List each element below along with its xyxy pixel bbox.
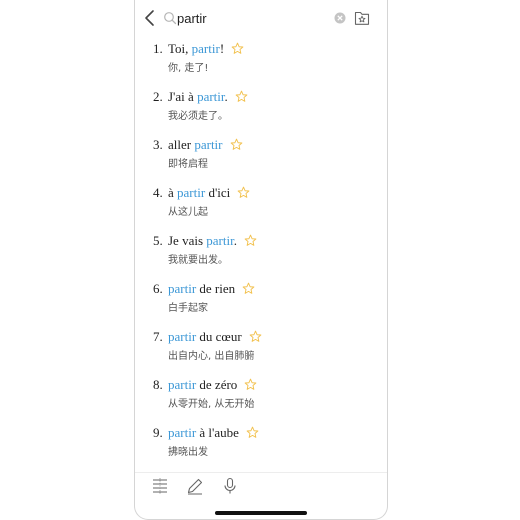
translation: 从零开始, 从无开始 bbox=[168, 399, 255, 410]
star-icon[interactable] bbox=[249, 330, 262, 343]
phrase-text: à l'aube bbox=[196, 425, 239, 440]
bottom-toolbar bbox=[135, 472, 387, 499]
star-icon[interactable] bbox=[244, 234, 257, 247]
list-item[interactable]: 2. J'ai à partir. 我必须走了。 bbox=[135, 86, 387, 134]
highlighted-keyword: partir bbox=[206, 233, 234, 248]
phrase: 1. Toi, partir! bbox=[153, 41, 244, 59]
list-item[interactable]: 8. partir de zéro 从零开始, 从无开始 bbox=[135, 374, 387, 422]
phrase: 3. aller partir bbox=[153, 137, 243, 155]
phrase: 7. partir du cœur bbox=[153, 329, 262, 347]
list-item[interactable]: 5. Je vais partir. 我就要出发。 bbox=[135, 230, 387, 278]
star-icon[interactable] bbox=[242, 282, 255, 295]
item-number: 3. bbox=[153, 137, 163, 152]
translation: 白手起家 bbox=[168, 303, 208, 314]
results-list: 1. Toi, partir! 你, 走了! 2. J'ai à partir. 我必须走… bbox=[135, 38, 387, 470]
item-number: 2. bbox=[153, 89, 163, 104]
list-item[interactable]: 7. partir du cœur 出自内心, 出自肺腑 bbox=[135, 326, 387, 374]
phrase-text: du cœur bbox=[196, 329, 242, 344]
list-item[interactable]: 4. à partir d'ici 从这儿起 bbox=[135, 182, 387, 230]
home-indicator bbox=[215, 511, 307, 515]
highlighted-keyword: partir bbox=[194, 137, 223, 152]
highlighted-keyword: partir bbox=[191, 41, 220, 56]
favorites-folder-icon[interactable] bbox=[353, 9, 371, 27]
translation: 我必须走了。 bbox=[168, 111, 228, 122]
phrase-text: de rien bbox=[196, 281, 236, 296]
star-icon[interactable] bbox=[230, 138, 243, 151]
phrase-text: de zéro bbox=[196, 377, 238, 392]
phrase-text: J'ai à bbox=[168, 89, 198, 104]
microphone-icon[interactable] bbox=[221, 477, 239, 495]
highlighted-keyword: partir bbox=[168, 281, 197, 296]
highlighted-keyword: partir bbox=[197, 89, 225, 104]
back-chevron-icon[interactable] bbox=[143, 9, 157, 27]
phrase: 2. J'ai à partir. bbox=[153, 89, 248, 107]
phrase-text: Toi, bbox=[168, 41, 192, 56]
phrase-text: à bbox=[168, 185, 178, 200]
phrase: 4. à partir d'ici bbox=[153, 185, 250, 203]
translation: 你, 走了! bbox=[168, 63, 209, 74]
translation: 出自内心, 出自肺腑 bbox=[168, 351, 255, 362]
item-number: 1. bbox=[153, 41, 163, 56]
search-field bbox=[163, 8, 343, 28]
phrase: 5. Je vais partir. bbox=[153, 233, 257, 251]
phrase-text: d'ici bbox=[205, 185, 231, 200]
translation: 即将启程 bbox=[168, 159, 208, 170]
star-icon[interactable] bbox=[237, 186, 250, 199]
translation: 我就要出发。 bbox=[168, 255, 228, 266]
phrase: 9. partir à l'aube bbox=[153, 425, 259, 443]
star-icon[interactable] bbox=[231, 42, 244, 55]
phrase-text: aller bbox=[168, 137, 195, 152]
highlighted-keyword: partir bbox=[168, 425, 197, 440]
highlighted-keyword: partir bbox=[168, 329, 197, 344]
phrase-text: . bbox=[233, 233, 237, 248]
list-icon[interactable] bbox=[151, 477, 169, 495]
star-icon[interactable] bbox=[235, 90, 248, 103]
star-icon[interactable] bbox=[244, 378, 257, 391]
translation: 从这儿起 bbox=[168, 207, 208, 218]
highlighted-keyword: partir bbox=[168, 377, 197, 392]
item-number: 5. bbox=[153, 233, 163, 248]
item-number: 4. bbox=[153, 185, 163, 200]
search-bar bbox=[135, 0, 387, 36]
item-number: 8. bbox=[153, 377, 163, 392]
list-item[interactable]: 6. partir de rien 白手起家 bbox=[135, 278, 387, 326]
phrase: 8. partir de zéro bbox=[153, 377, 257, 395]
item-number: 9. bbox=[153, 425, 163, 440]
search-icon bbox=[164, 12, 177, 25]
phone-screen: 1. Toi, partir! 你, 走了! 2. J'ai à partir. 我必须走… bbox=[134, 0, 388, 520]
clear-icon[interactable] bbox=[333, 11, 347, 25]
list-item[interactable]: 3. aller partir 即将启程 bbox=[135, 134, 387, 182]
search-input[interactable] bbox=[177, 8, 327, 28]
phrase-text: ! bbox=[219, 41, 225, 56]
translation: 拂晓出发 bbox=[168, 447, 208, 458]
list-item[interactable]: 9. partir à l'aube 拂晓出发 bbox=[135, 422, 387, 470]
item-number: 6. bbox=[153, 281, 163, 296]
highlighted-keyword: partir bbox=[177, 185, 206, 200]
item-number: 7. bbox=[153, 329, 163, 344]
star-icon[interactable] bbox=[246, 426, 259, 439]
pencil-icon[interactable] bbox=[186, 477, 204, 495]
phrase-text: Je vais bbox=[168, 233, 207, 248]
phrase-text: . bbox=[224, 89, 228, 104]
phrase: 6. partir de rien bbox=[153, 281, 255, 299]
list-item[interactable]: 1. Toi, partir! 你, 走了! bbox=[135, 38, 387, 86]
